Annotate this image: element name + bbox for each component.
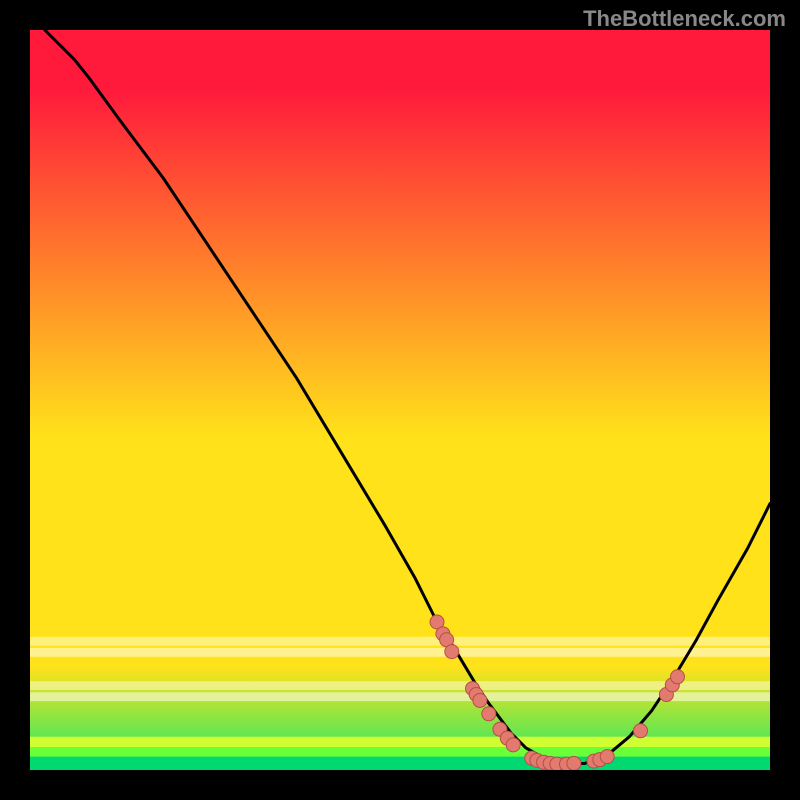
chart-frame: TheBottleneck.com bbox=[0, 0, 800, 800]
highlight-band bbox=[30, 637, 770, 646]
plot-area bbox=[30, 30, 770, 770]
highlight-band bbox=[30, 648, 770, 657]
green-band bbox=[30, 757, 770, 770]
watermark-text: TheBottleneck.com bbox=[583, 6, 786, 32]
green-band bbox=[30, 747, 770, 757]
data-marker bbox=[671, 670, 685, 684]
data-marker bbox=[482, 707, 496, 721]
data-marker bbox=[445, 645, 459, 659]
data-marker bbox=[567, 756, 581, 770]
data-marker bbox=[600, 750, 614, 764]
data-marker bbox=[506, 738, 520, 752]
data-marker bbox=[473, 693, 487, 707]
chart-svg bbox=[30, 30, 770, 770]
gradient-background bbox=[30, 30, 770, 770]
green-band bbox=[30, 737, 770, 747]
highlight-band bbox=[30, 681, 770, 690]
data-marker bbox=[634, 724, 648, 738]
